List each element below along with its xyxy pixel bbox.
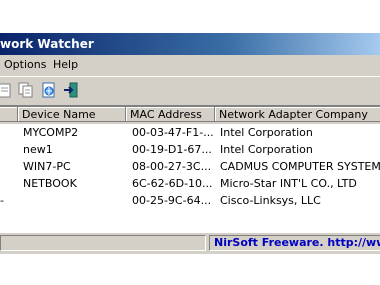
table-row[interactable]: MYCOMP2 00-03-47-F1-... Intel Corporatio… [0, 124, 380, 141]
list-header: Device Name MAC Address Network Adapter … [0, 107, 380, 124]
row-mac: 00-25-9C-64... [132, 194, 212, 207]
row-ip: - [0, 194, 4, 207]
table-row[interactable]: - 00-25-9C-64... Cisco-Linksys, LLC [0, 192, 380, 209]
column-header-device-name[interactable]: Device Name [18, 107, 126, 122]
window-title: work Watcher [0, 37, 94, 51]
row-ip [0, 141, 18, 158]
table-row[interactable]: new1 00-19-D1-67... Intel Corporation [0, 141, 380, 158]
row-device-name: WIN7-PC [23, 160, 71, 173]
row-mac: 6C-62-6D-10... [132, 177, 213, 190]
column-header-mac-address[interactable]: MAC Address [126, 107, 215, 122]
table-row[interactable]: NETBOOK 6C-62-6D-10... Micro-Star INT'L … [0, 175, 380, 192]
row-company: Intel Corporation [220, 126, 313, 139]
toolbar [0, 76, 380, 106]
column-header-adapter-company[interactable]: Network Adapter Company [215, 107, 380, 122]
exit-icon[interactable] [62, 81, 80, 99]
row-company: Cisco-Linksys, LLC [220, 194, 321, 207]
row-ip [0, 124, 18, 141]
device-list[interactable]: Device Name MAC Address Network Adapter … [0, 106, 380, 233]
nirsoft-link[interactable]: NirSoft Freeware. http://www. [209, 235, 380, 251]
row-company: CADMUS COMPUTER SYSTEMS [220, 160, 380, 173]
status-bar: NirSoft Freeware. http://www. [0, 232, 380, 254]
row-ip [0, 158, 18, 175]
column-header-ip[interactable] [0, 107, 18, 122]
title-bar[interactable]: work Watcher [0, 33, 380, 55]
row-company: Intel Corporation [220, 143, 313, 156]
copy-icon[interactable] [17, 81, 35, 99]
app-window: work Watcher Options Help Device Name MA… [0, 33, 380, 254]
status-panel-left [0, 235, 206, 251]
table-row[interactable]: WIN7-PC 08-00-27-3C... CADMUS COMPUTER S… [0, 158, 380, 175]
row-mac: 00-03-47-F1-... [132, 126, 214, 139]
html-report-icon[interactable] [40, 81, 58, 99]
row-device-name [23, 192, 123, 209]
menu-bar: Options Help [0, 56, 380, 74]
row-device-name: new1 [23, 143, 53, 156]
row-ip [0, 175, 18, 192]
row-device-name: MYCOMP2 [23, 126, 79, 139]
row-mac: 08-00-27-3C... [132, 160, 212, 173]
row-device-name: NETBOOK [23, 177, 77, 190]
row-company: Micro-Star INT'L CO., LTD [220, 177, 357, 190]
row-mac: 00-19-D1-67... [132, 143, 212, 156]
menu-help[interactable]: Help [53, 58, 78, 71]
properties-icon[interactable] [0, 81, 14, 99]
menu-options[interactable]: Options [4, 58, 46, 71]
